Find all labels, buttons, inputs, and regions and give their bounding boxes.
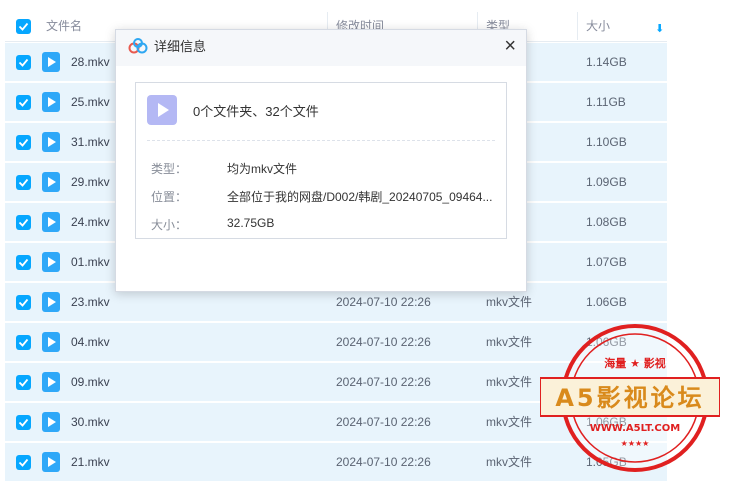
video-file-icon: [42, 132, 60, 152]
file-size: 1.07GB: [586, 255, 627, 269]
row-checkbox[interactable]: [16, 95, 31, 110]
row-checkbox[interactable]: [16, 175, 31, 190]
file-size: 1.11GB: [586, 95, 626, 109]
file-name[interactable]: 09.mkv: [71, 363, 110, 401]
dialog-title: 详细信息: [154, 39, 207, 54]
row-checkbox[interactable]: [16, 375, 31, 390]
file-name[interactable]: 21.mkv: [71, 443, 110, 481]
details-dialog: 详细信息 × 0个文件夹、32个文件 类型： 均为mkv文件 位置： 全部位于我…: [115, 29, 527, 292]
file-name[interactable]: 24.mkv: [71, 203, 110, 241]
video-file-icon: [42, 92, 60, 112]
column-header-name[interactable]: 文件名: [46, 10, 82, 42]
file-name[interactable]: 23.mkv: [71, 283, 110, 321]
video-file-icon: [42, 172, 60, 192]
file-type: mkv文件: [486, 455, 532, 469]
video-file-icon: [147, 95, 177, 125]
type-value: 均为mkv文件: [227, 162, 297, 176]
file-name[interactable]: 28.mkv: [71, 43, 110, 81]
row-checkbox[interactable]: [16, 335, 31, 350]
file-modified-time: 2024-07-10 22:26: [336, 455, 431, 469]
row-checkbox[interactable]: [16, 295, 31, 310]
file-name[interactable]: 04.mkv: [71, 323, 110, 361]
a5-forum-watermark-stamp: 海量 ★ 影视 A5影视论坛 WWW.A5LT.COM ★★★★: [540, 324, 720, 472]
location-label: 位置：: [151, 190, 188, 204]
file-name[interactable]: 25.mkv: [71, 83, 110, 121]
column-header-size[interactable]: 大小: [586, 10, 610, 42]
file-name[interactable]: 01.mkv: [71, 243, 110, 281]
file-type: mkv文件: [486, 415, 532, 429]
stamp-main-text: A5影视论坛: [555, 384, 704, 412]
stamp-stars: ★★★★: [621, 439, 650, 448]
video-file-icon: [42, 452, 60, 472]
location-value[interactable]: 全部位于我的网盘/D002/韩剧_20240705_09464...: [227, 188, 499, 205]
divider: [147, 140, 495, 141]
row-checkbox[interactable]: [16, 215, 31, 230]
row-checkbox[interactable]: [16, 255, 31, 270]
row-checkbox[interactable]: [16, 415, 31, 430]
file-modified-time: 2024-07-10 22:26: [336, 335, 431, 349]
details-panel: 0个文件夹、32个文件 类型： 均为mkv文件 位置： 全部位于我的网盘/D00…: [135, 82, 507, 239]
select-all-checkbox[interactable]: [16, 19, 31, 34]
row-checkbox[interactable]: [16, 455, 31, 470]
file-modified-time: 2024-07-10 22:26: [336, 375, 431, 389]
file-size: 1.14GB: [586, 55, 627, 69]
dialog-header: 详细信息 ×: [116, 30, 526, 66]
file-size: 1.09GB: [586, 175, 627, 189]
selection-summary: 0个文件夹、32个文件: [193, 104, 319, 119]
column-divider: [577, 12, 578, 40]
size-label: 大小：: [151, 218, 188, 232]
video-file-icon: [42, 292, 60, 312]
video-file-icon: [42, 412, 60, 432]
file-size: 1.08GB: [586, 215, 627, 229]
file-name[interactable]: 29.mkv: [71, 163, 110, 201]
stamp-top-text: 海量 ★ 影视: [604, 356, 666, 370]
video-file-icon: [42, 332, 60, 352]
baidu-netdisk-cloud-icon: [128, 38, 148, 54]
video-file-icon: [42, 372, 60, 392]
stamp-url: WWW.A5LT.COM: [590, 423, 680, 434]
file-type: mkv文件: [486, 335, 532, 349]
file-name[interactable]: 31.mkv: [71, 123, 110, 161]
file-type: mkv文件: [486, 375, 532, 389]
file-name[interactable]: 30.mkv: [71, 403, 110, 441]
close-icon[interactable]: ×: [504, 32, 516, 60]
file-modified-time: 2024-07-10 22:26: [336, 415, 431, 429]
file-size: 1.06GB: [586, 295, 627, 309]
video-file-icon: [42, 52, 60, 72]
video-file-icon: [42, 212, 60, 232]
row-checkbox[interactable]: [16, 135, 31, 150]
size-value: 32.75GB: [227, 216, 275, 230]
row-checkbox[interactable]: [16, 55, 31, 70]
type-label: 类型：: [151, 162, 188, 176]
sort-down-arrow-icon[interactable]: ⬇: [655, 22, 664, 35]
video-file-icon: [42, 252, 60, 272]
file-size: 1.10GB: [586, 135, 627, 149]
